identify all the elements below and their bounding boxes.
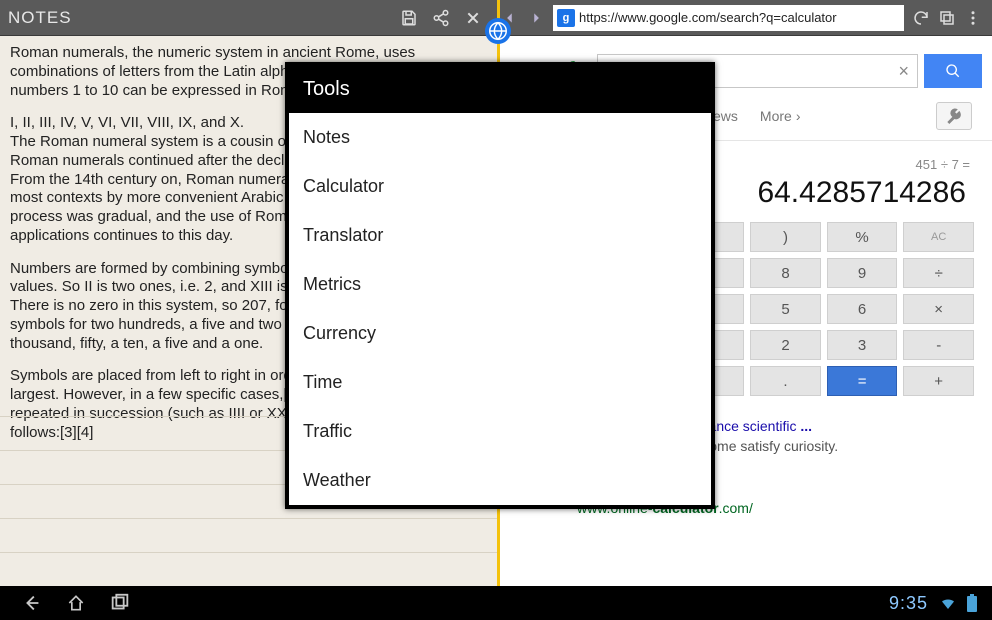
dialog-title: Tools	[289, 66, 711, 113]
tools-item-currency[interactable]: Currency	[289, 309, 711, 358]
tools-item-translator[interactable]: Translator	[289, 211, 711, 260]
tools-item-calculator[interactable]: Calculator	[289, 162, 711, 211]
tools-item-time[interactable]: Time	[289, 358, 711, 407]
tools-item-weather[interactable]: Weather	[289, 456, 711, 505]
tools-item-traffic[interactable]: Traffic	[289, 407, 711, 456]
tools-item-notes[interactable]: Notes	[289, 113, 711, 162]
tools-item-metrics[interactable]: Metrics	[289, 260, 711, 309]
tools-dialog: Tools NotesCalculatorTranslatorMetricsCu…	[285, 62, 715, 509]
